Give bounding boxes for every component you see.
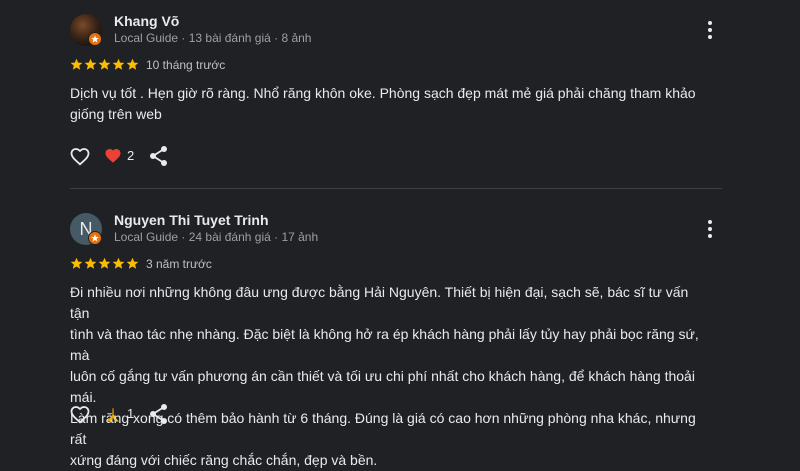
like-button[interactable] — [68, 402, 92, 426]
review-card: Khang Võ Local Guide · 13 bài đánh giá ·… — [0, 0, 800, 188]
like-button[interactable] — [68, 144, 92, 168]
review-text: Đi nhiều nơi những không đâu ưng được bằ… — [70, 282, 710, 471]
review-text-line: giống trên web — [70, 106, 162, 122]
review-text-line: Dịch vụ tốt . Hẹn giờ rõ ràng. Nhổ răng … — [70, 85, 696, 101]
star-icon — [112, 58, 125, 70]
reaction-button[interactable]: 2 — [104, 144, 144, 168]
star-icon — [98, 257, 111, 269]
review-time: 3 năm trước — [146, 257, 212, 271]
heart-icon — [105, 148, 121, 163]
share-icon — [150, 146, 167, 166]
reaction-count: 1 — [127, 406, 135, 421]
star-rating — [70, 58, 140, 72]
thumb-heart-outline-icon — [70, 406, 90, 424]
local-guide-badge-icon — [88, 32, 102, 46]
folded-hands-icon — [107, 407, 119, 422]
reviewer-meta[interactable]: Local Guide · 24 bài đánh giá · 17 ảnh — [114, 230, 318, 244]
star-icon — [98, 58, 111, 70]
star-icon — [126, 58, 139, 70]
star-icon — [70, 257, 83, 269]
share-button[interactable] — [148, 402, 170, 426]
review-time: 10 tháng trước — [146, 58, 226, 72]
review-text-line: xứng đáng với chiếc răng chắc chắn, đẹp … — [70, 452, 378, 468]
thumb-heart-outline-icon — [70, 148, 90, 166]
review-text-line: Đi nhiều nơi những không đâu ưng được bằ… — [70, 284, 689, 321]
star-icon — [126, 257, 139, 269]
reviewer-meta[interactable]: Local Guide · 13 bài đánh giá · 8 ảnh — [114, 31, 311, 45]
star-icon — [84, 257, 97, 269]
share-icon — [150, 404, 167, 424]
local-guide-badge-icon — [88, 231, 102, 245]
review-card: N Nguyen Thi Tuyet Trinh Local Guide · 2… — [0, 200, 800, 468]
review-text-line: tình và thao tác nhẹ nhàng. Đặc biệt là … — [70, 326, 699, 363]
review-divider — [70, 188, 722, 189]
reaction-count: 2 — [127, 148, 135, 163]
star-icon — [70, 58, 83, 70]
reaction-button[interactable]: 1 — [104, 402, 144, 426]
review-text: Dịch vụ tốt . Hẹn giờ rõ ràng. Nhổ răng … — [70, 83, 710, 125]
star-rating — [70, 257, 140, 271]
more-options-button[interactable] — [700, 18, 720, 42]
share-button[interactable] — [148, 144, 170, 168]
more-options-button[interactable] — [700, 217, 720, 241]
star-icon — [112, 257, 125, 269]
reviewer-name[interactable]: Khang Võ — [114, 13, 179, 29]
reviewer-name[interactable]: Nguyen Thi Tuyet Trinh — [114, 212, 269, 228]
star-icon — [84, 58, 97, 70]
